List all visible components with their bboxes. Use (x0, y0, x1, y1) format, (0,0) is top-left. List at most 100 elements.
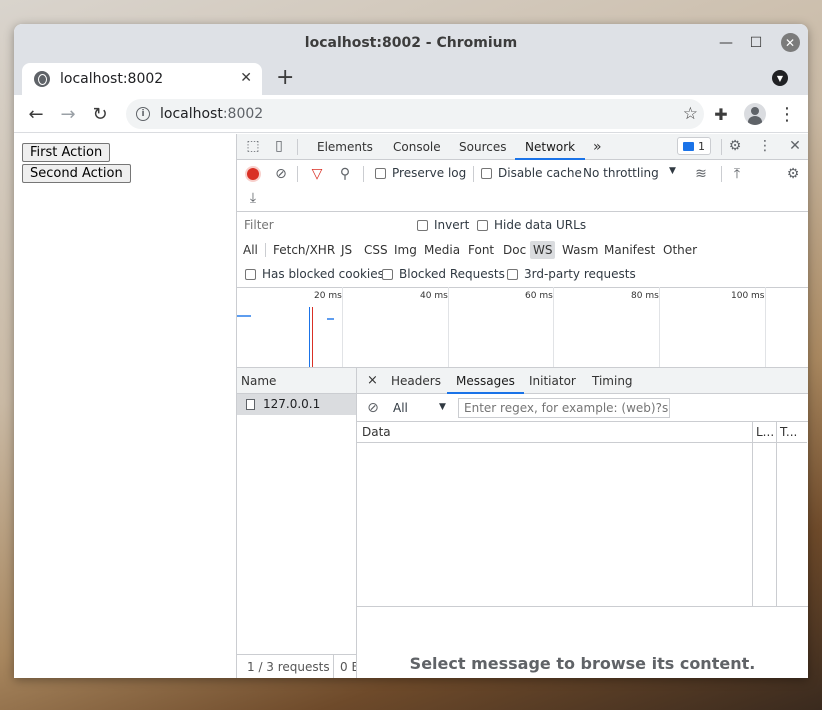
filter-input[interactable]: Filter (241, 216, 403, 234)
back-icon[interactable]: ← (25, 103, 47, 125)
window-title: localhost:8002 - Chromium (304, 34, 518, 51)
network-settings-icon[interactable]: ⚙ (785, 166, 801, 182)
grid-line (553, 287, 554, 367)
record-icon[interactable] (247, 168, 259, 180)
tab-messages[interactable]: Messages (447, 368, 524, 394)
url-host: localhost (160, 106, 223, 122)
divider (363, 166, 364, 182)
inspect-element-icon[interactable]: ⬚ (245, 138, 261, 154)
throttling-select[interactable]: No throttling (583, 166, 659, 180)
devtools-menu-icon[interactable]: ⋮ (757, 138, 773, 154)
tab-sources[interactable]: Sources (459, 134, 506, 160)
close-devtools-icon[interactable]: ✕ (787, 138, 803, 154)
length-column-header[interactable]: L... (753, 422, 777, 443)
divider (721, 166, 722, 182)
invert-checkbox[interactable] (417, 220, 428, 231)
site-info-icon[interactable]: i (136, 107, 150, 121)
preserve-log-label: Preserve log (392, 166, 467, 180)
settings-gear-icon[interactable]: ⚙ (727, 138, 743, 154)
type-filter-ws[interactable]: WS (530, 241, 556, 259)
browser-tab[interactable]: localhost:8002 ✕ (22, 63, 262, 95)
type-filter-wasm[interactable]: Wasm (562, 241, 598, 259)
divider (721, 139, 722, 155)
menu-kebab-icon[interactable]: ⋮ (776, 103, 798, 125)
status-bar: 1 / 3 requests 0 B (237, 654, 356, 678)
request-row[interactable]: 127.0.0.1 (237, 394, 356, 415)
tick-label: 100 ms (731, 291, 765, 301)
network-toolbar: ⊘ ▽ ⚲ Preserve log Disable cache No thro… (237, 160, 808, 212)
blocked-requests-checkbox[interactable] (382, 269, 393, 280)
third-party-checkbox[interactable] (507, 269, 518, 280)
requests-list: Name 127.0.0.1 1 / 3 requests 0 B (237, 368, 357, 678)
url-port: :8002 (222, 106, 264, 122)
first-action-button[interactable]: First Action (22, 143, 111, 162)
data-column-header[interactable]: Data (357, 422, 753, 443)
tab-elements[interactable]: Elements (317, 134, 373, 160)
second-action-button[interactable]: Second Action (22, 164, 131, 183)
tab-headers[interactable]: Headers (391, 368, 441, 394)
tick-label: 60 ms (525, 291, 553, 301)
chevron-down-icon[interactable]: ▼ (669, 166, 676, 176)
close-window-button[interactable]: ✕ (776, 24, 804, 61)
divider (297, 166, 298, 182)
type-filter-js[interactable]: JS (341, 241, 352, 259)
tab-close-icon[interactable]: ✕ (240, 70, 252, 86)
profile-avatar-icon[interactable] (744, 103, 766, 125)
clear-messages-icon[interactable]: ⊘ (365, 400, 381, 416)
import-har-icon[interactable]: ⤒ (729, 166, 745, 182)
device-toolbar-icon[interactable]: ▯ (271, 138, 287, 154)
export-har-icon[interactable]: ⤓ (245, 190, 261, 206)
filter-icon[interactable]: ▽ (309, 166, 325, 182)
disable-cache-label: Disable cache (498, 166, 582, 180)
close-icon[interactable]: ✕ (780, 33, 800, 52)
filter-bar: Filter Invert Hide data URLs All Fetch/X… (237, 212, 808, 288)
type-filter-img[interactable]: Img (394, 241, 417, 259)
clear-icon[interactable]: ⊘ (273, 166, 289, 182)
close-detail-icon[interactable]: × (367, 368, 378, 394)
bookmark-star-icon[interactable]: ☆ (683, 104, 698, 124)
tab-network[interactable]: Network (515, 134, 586, 160)
column-divider (752, 422, 753, 606)
grid-line (342, 287, 343, 367)
new-tab-icon[interactable]: + (276, 65, 294, 90)
message-icon (683, 141, 694, 151)
regex-filter-input[interactable]: Enter regex, for example: (web)?sock (458, 398, 670, 418)
type-filter-font[interactable]: Font (468, 241, 494, 259)
disable-cache-checkbox[interactable] (481, 168, 492, 179)
chevron-down-icon[interactable]: ▼ (439, 402, 446, 412)
tab-initiator[interactable]: Initiator (529, 368, 576, 394)
message-type-select[interactable]: All (393, 401, 408, 415)
tab-timing[interactable]: Timing (592, 368, 633, 394)
maximize-icon[interactable]: ☐ (742, 24, 770, 61)
document-icon (246, 399, 255, 410)
dom-content-loaded-marker (309, 307, 310, 367)
type-filter-media[interactable]: Media (424, 241, 460, 259)
hide-data-urls-checkbox[interactable] (477, 220, 488, 231)
preserve-log-checkbox[interactable] (375, 168, 386, 179)
minimize-icon[interactable]: — (712, 24, 740, 61)
empty-state-message: Select message to browse its content. (409, 654, 756, 673)
time-column-header[interactable]: T... (777, 422, 807, 443)
more-tabs-icon[interactable]: » (593, 134, 602, 160)
type-filter-other[interactable]: Other (663, 241, 697, 259)
tab-console[interactable]: Console (393, 134, 441, 160)
extensions-icon[interactable]: ✚ (710, 103, 732, 125)
search-icon[interactable]: ⚲ (337, 166, 353, 182)
name-column-header[interactable]: Name (237, 368, 356, 394)
reload-icon[interactable]: ↻ (89, 103, 111, 125)
address-bar[interactable]: i localhost:8002 ☆ (126, 99, 704, 129)
issues-badge[interactable]: 1 (677, 137, 711, 155)
type-filter-manifest[interactable]: Manifest (604, 241, 655, 259)
timeline-overview[interactable]: 20 ms 40 ms 60 ms 80 ms 100 ms (237, 287, 808, 368)
type-filter-css[interactable]: CSS (364, 241, 388, 259)
tab-search-icon[interactable]: ▼ (772, 70, 788, 86)
has-blocked-cookies-checkbox[interactable] (245, 269, 256, 280)
devtools-panel: ⬚ ▯ Elements Console Sources Network » 1… (236, 134, 808, 678)
tick-label: 20 ms (314, 291, 342, 301)
type-filter-all[interactable]: All (243, 241, 258, 259)
network-conditions-icon[interactable]: ≋ (693, 166, 709, 182)
forward-icon[interactable]: → (57, 103, 79, 125)
type-filter-fetch-xhr[interactable]: Fetch/XHR (273, 241, 335, 259)
type-filter-doc[interactable]: Doc (503, 241, 526, 259)
hide-data-urls-label: Hide data URLs (494, 218, 587, 232)
